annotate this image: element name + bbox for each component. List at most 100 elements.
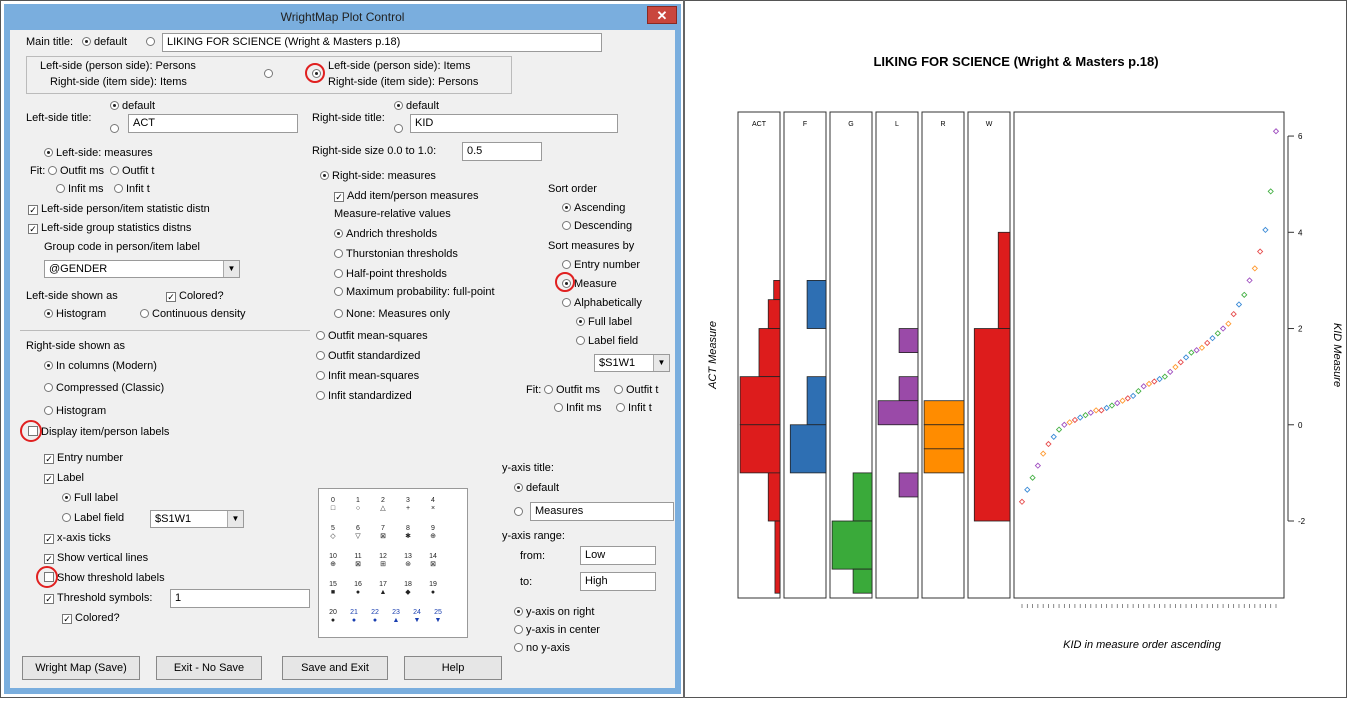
left-infit-t-radio[interactable]: Infit t [114, 183, 150, 195]
right-title-default-radio[interactable]: default [394, 100, 439, 112]
close-button[interactable]: ✕ [647, 6, 677, 24]
outfit-standardized-radio[interactable]: Outfit standardized [316, 350, 420, 362]
right-outfit-t-radio[interactable]: Outfit t [614, 384, 658, 396]
entry-number-checkbox[interactable]: ✓ Entry number [44, 452, 123, 464]
from-input[interactable]: Low [580, 546, 656, 565]
yaxis-custom-radio[interactable] [514, 506, 526, 518]
radio-icon [316, 371, 325, 380]
left-title-default-radio[interactable]: default [110, 100, 155, 112]
left-histogram-radio[interactable]: Histogram [44, 308, 106, 320]
radio-icon [264, 69, 273, 78]
left-stat-distn-checkbox[interactable]: ✓ Left-side person/item statistic distn [28, 203, 210, 215]
to-input[interactable]: High [580, 572, 656, 591]
right-measures-radio[interactable]: Right-side: measures [320, 170, 436, 182]
wrightmap-plot-control-dialog: WrightMap Plot Control ✕ Main title: def… [4, 4, 681, 694]
yaxis-center-radio[interactable]: y-axis in center [514, 624, 600, 636]
thurstonian-radio[interactable]: Thurstonian thresholds [334, 248, 458, 260]
y-tick-label: 6 [1298, 132, 1303, 141]
label-field-dropdown[interactable]: $S1W1 ▼ [150, 510, 244, 528]
no-yaxis-radio[interactable]: no y-axis [514, 642, 570, 654]
left-outfit-t-radio[interactable]: Outfit t [110, 165, 154, 177]
main-title-custom-radio[interactable] [146, 36, 158, 48]
infit-standardized-radio[interactable]: Infit standardized [316, 390, 412, 402]
radio-icon [394, 124, 403, 133]
person-point [1103, 404, 1110, 412]
radio-icon [514, 483, 523, 492]
person-point [1034, 462, 1042, 469]
threshold-symbols-checkbox[interactable]: ✓ Threshold symbols: [44, 592, 152, 604]
label-checkbox[interactable]: ✓ Label [44, 472, 84, 484]
xaxis-ticks-checkbox[interactable]: ✓ x-axis ticks [44, 532, 111, 544]
person-point [1098, 407, 1105, 414]
yaxis-default-radio[interactable]: default [514, 482, 559, 494]
left-infit-ms-radio[interactable]: Infit ms [56, 183, 103, 195]
highlight-circle [36, 566, 58, 588]
main-title-input[interactable]: LIKING FOR SCIENCE (Wright & Masters p.1… [162, 33, 602, 52]
compressed-radio[interactable]: Compressed (Classic) [44, 382, 164, 394]
yaxis-right-radio[interactable]: y-axis on right [514, 606, 594, 618]
none-measures-radio[interactable]: None: Measures only [334, 308, 450, 320]
y-axis-label-left: ACT Measure [707, 321, 719, 390]
exit-no-save-button[interactable]: Exit - No Save [156, 656, 262, 680]
left-title-custom-radio[interactable] [110, 123, 122, 135]
ascending-radio[interactable]: Ascending [562, 202, 625, 214]
left-colored-checkbox[interactable]: ✓ Colored? [166, 290, 224, 302]
alphabetically-radio[interactable]: Alphabetically [562, 297, 642, 309]
max-prob-radio[interactable]: Maximum probability: full-point [334, 286, 495, 298]
threshold-symbol: 8 ✱ [405, 525, 411, 540]
show-vertical-checkbox[interactable]: ✓ Show vertical lines [44, 552, 148, 564]
side-option1-line1: Left-side (person side): Persons [40, 60, 196, 72]
right-infit-t-radio[interactable]: Infit t [616, 402, 652, 414]
help-button[interactable]: Help [404, 656, 502, 680]
group-code-dropdown[interactable]: @GENDER ▼ [44, 260, 240, 278]
infit-mean-squares-radio[interactable]: Infit mean-squares [316, 370, 419, 382]
left-title-input[interactable]: ACT [128, 114, 298, 133]
person-point [1071, 416, 1079, 424]
entry-number-radio[interactable]: Entry number [562, 259, 640, 271]
colored-checkbox-2[interactable]: ✓ Colored? [62, 612, 120, 624]
right-title-custom-radio[interactable] [394, 123, 406, 135]
threshold-symbol: 0 □ [330, 497, 336, 512]
save-and-exit-button[interactable]: Save and Exit [282, 656, 388, 680]
wright-map-save-button[interactable]: Wright Map (Save) [22, 656, 140, 680]
right-size-input[interactable]: 0.5 [462, 142, 542, 161]
full-label-radio-2[interactable]: Full label [62, 492, 118, 504]
chart-title: LIKING FOR SCIENCE (Wright & Masters p.1… [873, 54, 1158, 69]
threshold-symbols-input[interactable]: 1 [170, 589, 310, 608]
outfit-mean-squares-radio[interactable]: Outfit mean-squares [316, 330, 428, 342]
person-point [1050, 433, 1057, 440]
full-label-radio[interactable]: Full label [576, 316, 632, 328]
threshold-symbol: 3 + [405, 497, 411, 512]
right-infit-ms-radio[interactable]: Infit ms [554, 402, 601, 414]
left-group-stats-checkbox[interactable]: ✓ Left-side group statistics distns [28, 222, 191, 234]
y-tick-label: -2 [1298, 517, 1306, 526]
histogram-right-radio[interactable]: Histogram [44, 405, 106, 417]
check-icon: ✓ [44, 594, 54, 604]
panel-frame [921, 111, 965, 599]
left-outfit-ms-radio[interactable]: Outfit ms [48, 165, 104, 177]
in-columns-radio[interactable]: In columns (Modern) [44, 360, 157, 372]
show-threshold-labels-checkbox[interactable]: Show threshold labels [44, 572, 165, 584]
radio-icon [110, 124, 119, 133]
yaxis-title-input[interactable]: Measures [530, 502, 674, 521]
display-labels-checkbox[interactable]: Display item/person labels [28, 426, 169, 438]
andrich-radio[interactable]: Andrich thresholds [334, 228, 437, 240]
threshold-symbol: 19 ● [429, 581, 437, 596]
person-point [1182, 354, 1190, 361]
right-title-input[interactable]: KID [410, 114, 618, 133]
histogram-bar [923, 424, 965, 450]
half-point-radio[interactable]: Half-point thresholds [334, 268, 447, 280]
descending-radio[interactable]: Descending [562, 220, 632, 232]
side-option1-radio[interactable] [264, 68, 276, 80]
radio-icon [576, 317, 585, 326]
panel-label: ACT [752, 121, 767, 128]
left-continuous-density-radio[interactable]: Continuous density [140, 308, 246, 320]
right-outfit-ms-radio[interactable]: Outfit ms [544, 384, 600, 396]
histogram-bar [789, 424, 827, 474]
label-field-radio-2[interactable]: Label field [62, 512, 124, 524]
label-field-radio[interactable]: Label field [576, 335, 638, 347]
left-measures-radio[interactable]: Left-side: measures [44, 147, 153, 159]
main-title-default-radio[interactable]: default [82, 36, 127, 48]
sort-label-field-dropdown[interactable]: $S1W1 ▼ [594, 354, 670, 372]
add-measures-checkbox[interactable]: ✓ Add item/person measures [334, 190, 478, 202]
